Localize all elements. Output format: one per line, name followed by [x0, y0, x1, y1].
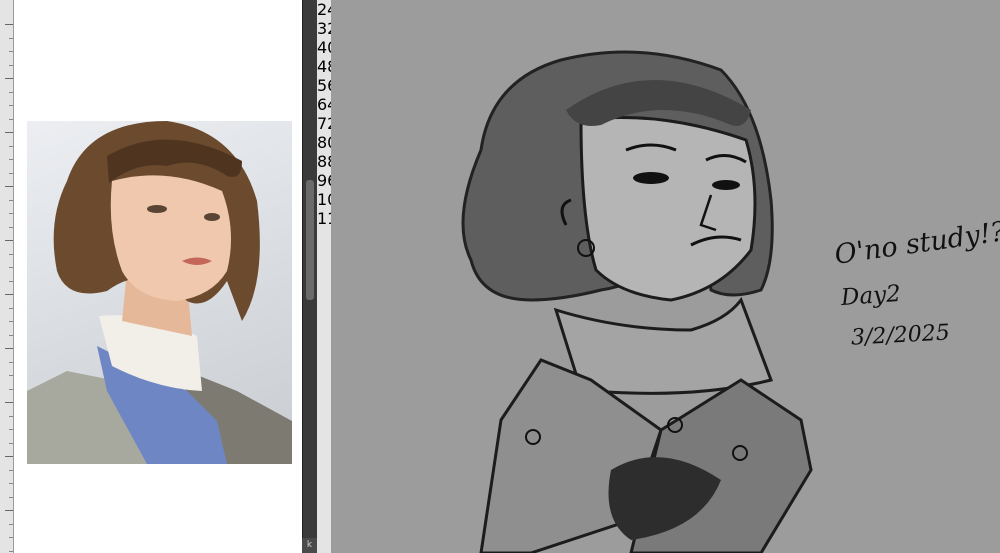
reference-ruler-label: 360 [0, 390, 1, 404]
reference-ruler-minor-tick [9, 334, 13, 336]
canvas-ruler-label: 1040 [317, 190, 331, 209]
reference-ruler-minor-tick [9, 483, 13, 484]
reference-ruler-minor-tick [9, 550, 13, 552]
reference-scroll-thumb[interactable] [306, 180, 314, 300]
reference-vertical-scrollbar[interactable] [302, 0, 318, 553]
reference-ruler-major-tick [5, 294, 13, 295]
reference-ruler-minor-tick [9, 469, 13, 471]
reference-ruler-major-tick [5, 132, 13, 133]
reference-ruler-minor-tick [9, 388, 13, 390]
reference-ruler-major-tick [5, 348, 13, 349]
reference-ruler-minor-tick [9, 307, 13, 309]
reference-ruler-minor-tick [9, 199, 13, 201]
reference-ruler-minor-tick [9, 226, 13, 228]
reference-ruler-label: 320 [0, 336, 1, 350]
reference-ruler-label: 280 [0, 282, 1, 296]
reference-ruler-major-tick [5, 24, 13, 25]
reference-ruler-major-tick [5, 186, 13, 187]
reference-ruler-label: 400 [0, 444, 1, 458]
canvas-ruler-label: 800 [317, 133, 331, 152]
reference-ruler-minor-tick [9, 537, 13, 538]
canvas-vertical-ruler: 24032040048056064072080088096010401120 [317, 0, 332, 553]
reference-ruler-label: 80 [0, 16, 1, 26]
reference-ruler-label: 160 [0, 120, 1, 134]
reference-ruler-label: 120 [0, 66, 1, 80]
reference-ruler-minor-tick [9, 496, 13, 498]
reference-ruler-label: 440 [0, 498, 1, 512]
drawing-app-window: 80 120 160 200 240 280 320 360 400 440 [0, 0, 1000, 553]
reference-ruler-minor-tick [9, 172, 13, 174]
reference-ruler-minor-tick [9, 145, 13, 147]
reference-ruler-label: 240 [0, 228, 1, 242]
canvas-ruler-label: 560 [317, 76, 331, 95]
canvas-ruler-label: 320 [317, 19, 331, 38]
reference-canvas [14, 0, 302, 553]
reference-panel: 80 120 160 200 240 280 320 360 400 440 [0, 0, 318, 553]
sketch-date-annotation: 3/2/2025 [850, 320, 951, 351]
reference-ruler-minor-tick [9, 118, 13, 120]
reference-ruler-minor-tick [9, 523, 13, 525]
reference-ruler-major-tick [5, 510, 13, 511]
reference-ruler-label: 200 [0, 174, 1, 188]
reference-ruler-minor-tick [9, 51, 13, 52]
portrait-sketch [461, 50, 813, 553]
reference-ruler-minor-tick [9, 213, 13, 214]
canvas-ruler-label: 480 [317, 57, 331, 76]
reference-ruler-minor-tick [9, 105, 13, 106]
canvas-ruler-label: 240 [317, 0, 331, 19]
reference-ruler-major-tick [5, 78, 13, 79]
reference-ruler-minor-tick [9, 37, 13, 39]
canvas-ruler-label: 960 [317, 171, 331, 190]
reference-photo [27, 121, 292, 464]
reference-ruler-major-tick [5, 240, 13, 241]
canvas-ruler-label: 880 [317, 152, 331, 171]
reference-ruler-minor-tick [9, 159, 13, 160]
reference-ruler-minor-tick [9, 361, 13, 363]
reference-ruler-minor-tick [9, 91, 13, 93]
reference-ruler-major-tick [5, 402, 13, 403]
reference-ruler-minor-tick [9, 253, 13, 255]
canvas-ruler-label: 1120 [317, 209, 331, 228]
reference-scroll-corner: k [302, 538, 317, 553]
reference-ruler-minor-tick [9, 280, 13, 282]
drawing-canvas[interactable]: O'no study!? Day2 3/2/2025 [331, 0, 1000, 553]
reference-ruler-minor-tick [9, 64, 13, 66]
reference-ruler-minor-tick [9, 415, 13, 417]
reference-vertical-ruler: 80 120 160 200 240 280 320 360 400 440 [0, 0, 14, 553]
canvas-ruler-label: 400 [317, 38, 331, 57]
reference-ruler-minor-tick [9, 375, 13, 376]
reference-ruler-minor-tick [9, 321, 13, 322]
reference-ruler-minor-tick [9, 267, 13, 268]
reference-ruler-major-tick [5, 456, 13, 457]
reference-photo-illustration [27, 121, 292, 464]
reference-ruler-minor-tick [9, 429, 13, 430]
canvas-ruler-label: 640 [317, 95, 331, 114]
reference-ruler-minor-tick [9, 442, 13, 444]
sketch-day-annotation: Day2 [840, 280, 902, 312]
canvas-ruler-label: 720 [317, 114, 331, 133]
